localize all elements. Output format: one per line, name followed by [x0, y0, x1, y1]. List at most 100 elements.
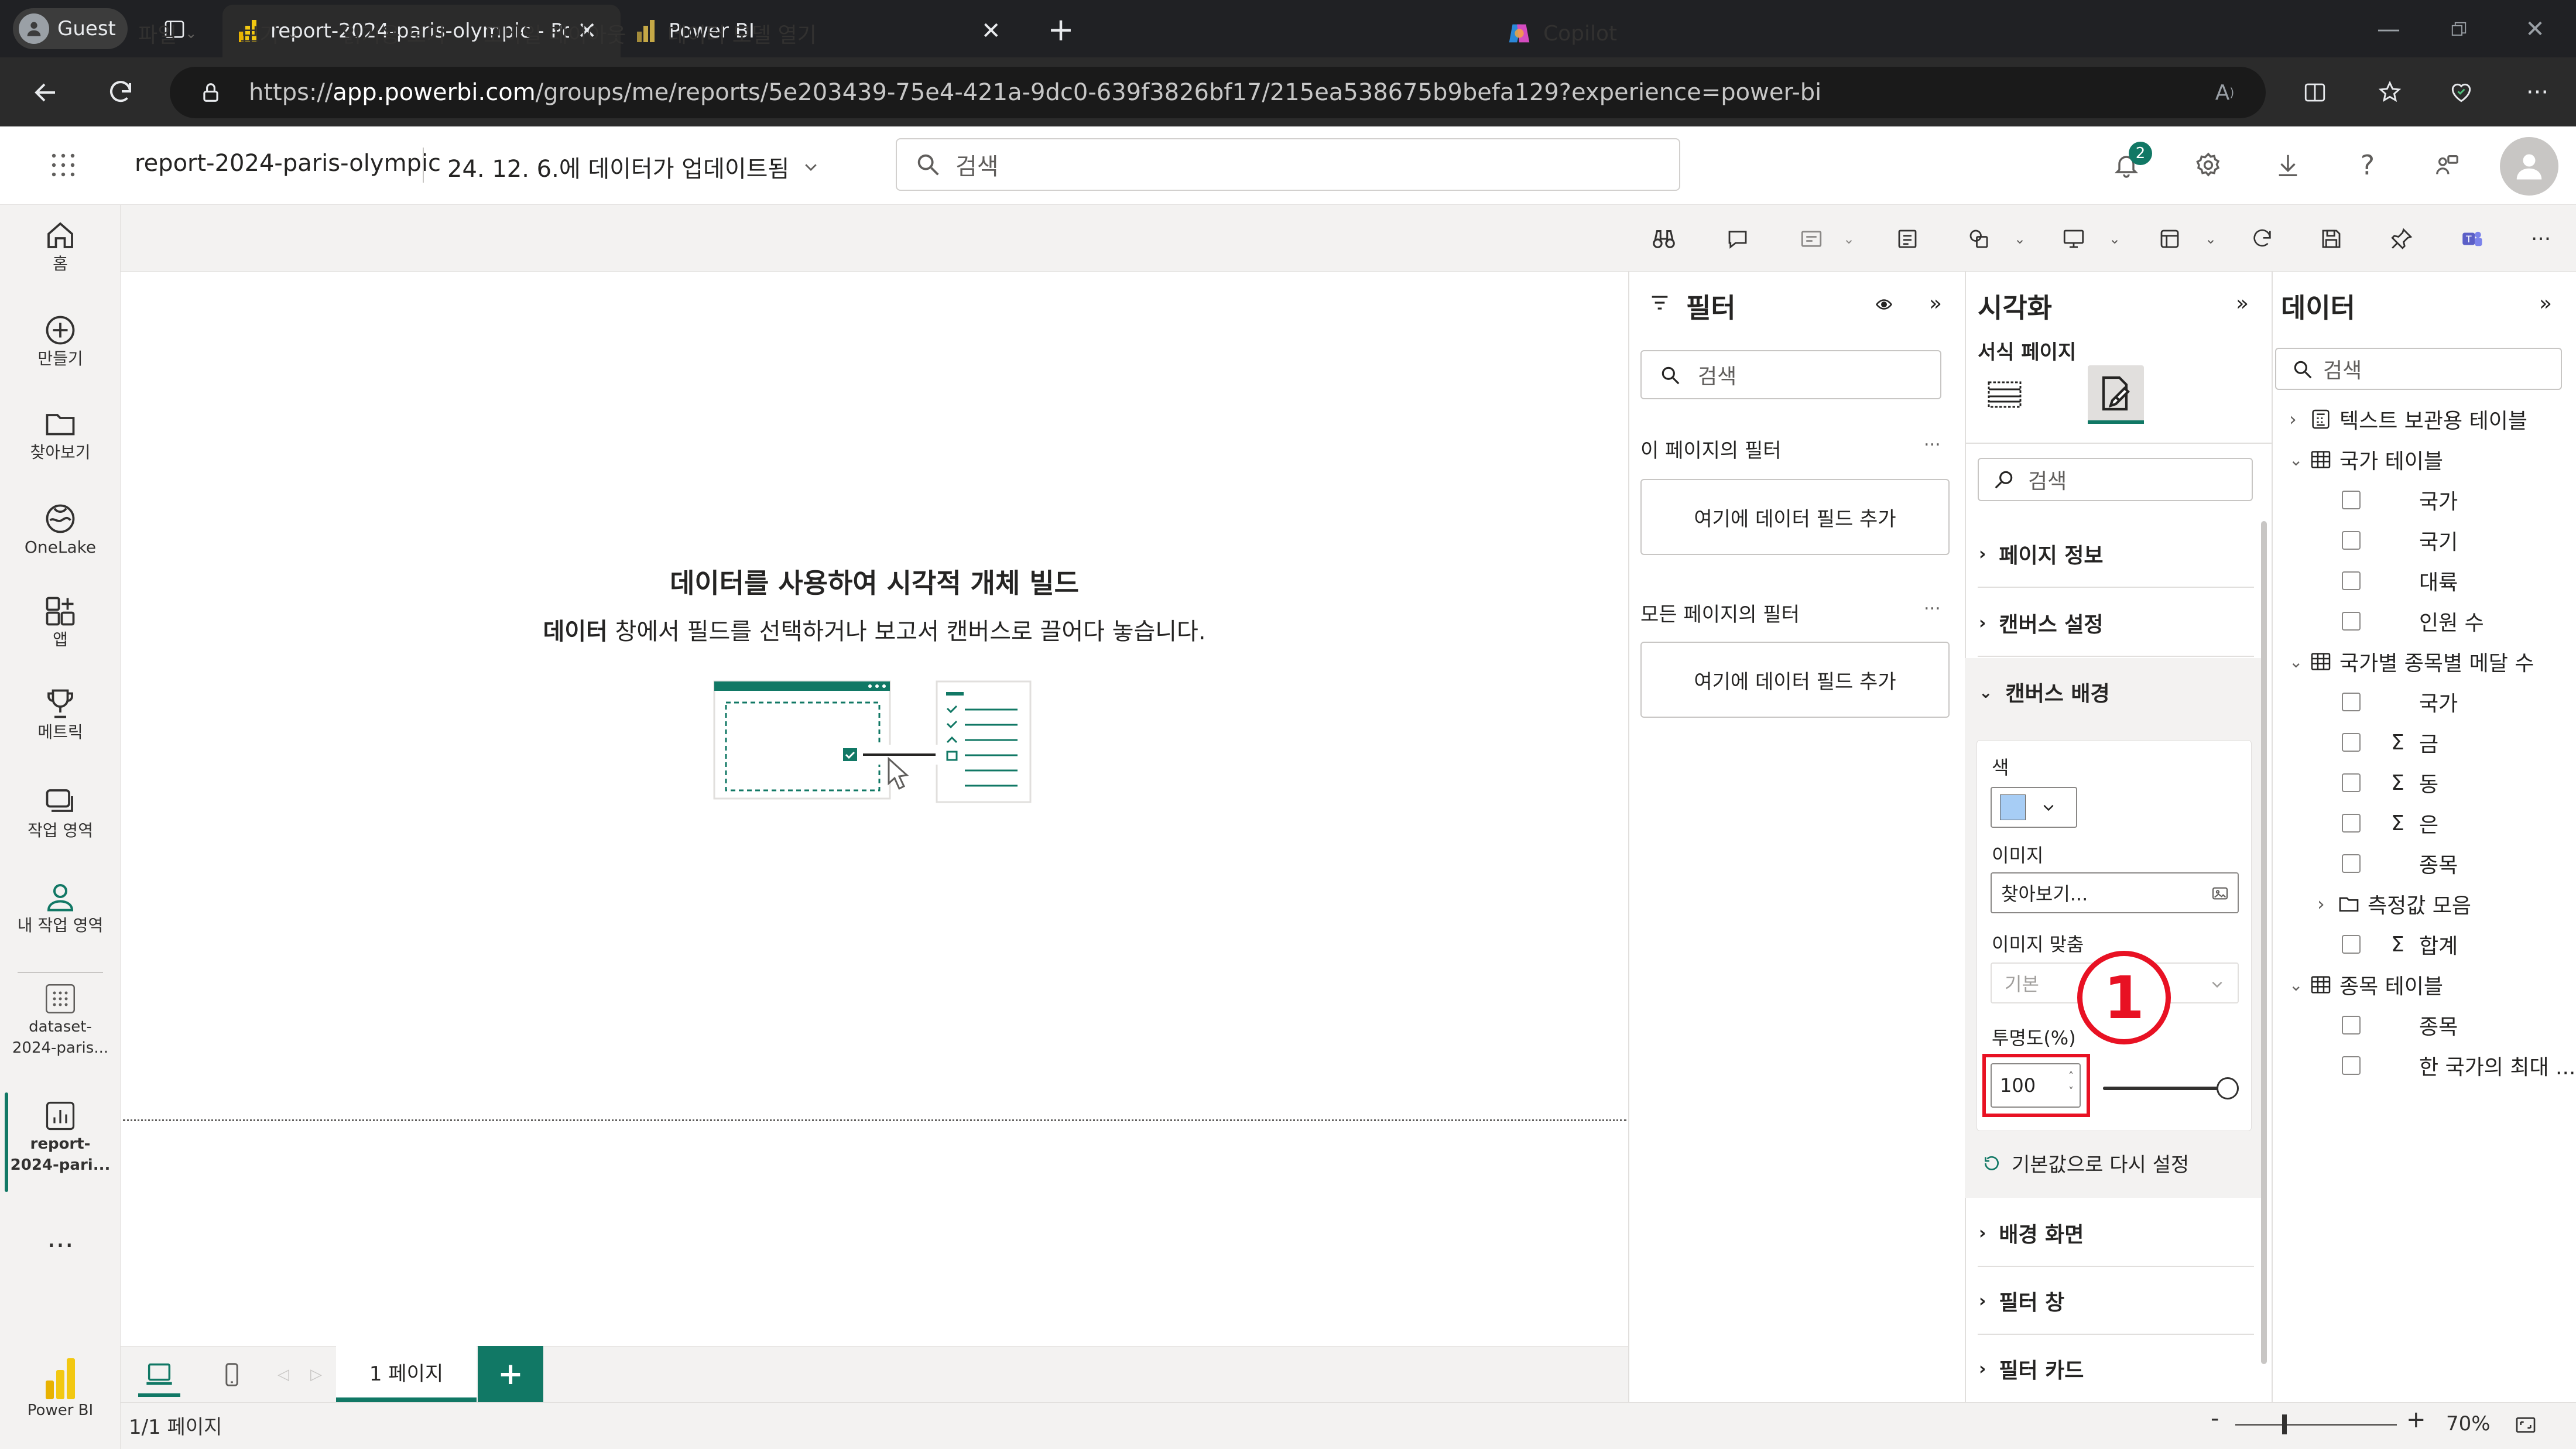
- report-name[interactable]: report-2024-paris-olympic: [135, 150, 441, 177]
- zoom-out-button[interactable]: -: [2211, 1405, 2219, 1432]
- field-checkbox[interactable]: [2342, 1016, 2361, 1034]
- chevron-down-icon[interactable]: ⌄: [2008, 227, 2032, 251]
- text-box-icon[interactable]: [1890, 221, 1925, 256]
- add-page-button[interactable]: +: [478, 1346, 543, 1402]
- spinner-arrows-icon[interactable]: ˄ ˅: [2068, 1069, 2074, 1099]
- view-menu[interactable]: 보기 ⌄: [240, 0, 299, 67]
- prev-page-icon[interactable]: ◁: [273, 1363, 294, 1386]
- nav-workspaces[interactable]: 작업 영역: [0, 785, 121, 842]
- filters-search-input[interactable]: 검색: [1640, 350, 1941, 399]
- app-launcher-icon[interactable]: [44, 146, 82, 184]
- account-avatar-icon[interactable]: [2500, 137, 2558, 196]
- lock-icon[interactable]: [193, 75, 228, 110]
- data-updated-dropdown[interactable]: 24. 12. 6.에 데이터가 업데이트됨: [447, 150, 820, 184]
- settings-icon[interactable]: [2190, 146, 2227, 184]
- folder-item[interactable]: › 측정값 모음: [2317, 888, 2471, 920]
- profile-button[interactable]: Guest: [13, 8, 128, 49]
- nav-report[interactable]: report- 2024-pari...: [0, 1098, 121, 1176]
- table-item[interactable]: ⌄ 국가 테이블: [2289, 443, 2443, 476]
- close-window-icon[interactable]: ✕: [2512, 11, 2558, 48]
- color-picker[interactable]: [1991, 787, 2077, 828]
- share-feedback-icon[interactable]: [2428, 146, 2466, 184]
- page-tab-1[interactable]: 1 페이지: [336, 1346, 477, 1402]
- field-item[interactable]: 종목: [2342, 1009, 2458, 1042]
- collapse-data-icon[interactable]: »: [2533, 290, 2558, 316]
- field-checkbox[interactable]: [2342, 491, 2361, 509]
- field-item[interactable]: 한 국가의 최대 ...: [2342, 1049, 2575, 1082]
- mobile-layout-icon[interactable]: [211, 1356, 253, 1393]
- present-icon[interactable]: [2056, 221, 2091, 256]
- teams-icon[interactable]: T: [2454, 221, 2489, 256]
- table-item[interactable]: ⌄ 종목 테이블: [2289, 968, 2443, 1001]
- nav-onelake[interactable]: OneLake: [0, 501, 121, 559]
- nav-dataset[interactable]: dataset- 2024-paris...: [0, 981, 121, 1059]
- section-filter-cards[interactable]: › 필터 카드: [1979, 1354, 2084, 1384]
- new-tab-icon[interactable]: +: [1042, 11, 1080, 48]
- binoculars-icon[interactable]: [1646, 221, 1681, 256]
- global-search-input[interactable]: 검색: [896, 138, 1680, 191]
- next-page-icon[interactable]: ▷: [306, 1363, 327, 1386]
- field-checkbox[interactable]: [2342, 612, 2361, 631]
- measure-field-item[interactable]: Σ동: [2342, 766, 2438, 799]
- field-item[interactable]: 대륙: [2342, 564, 2458, 597]
- restore-icon[interactable]: [2435, 11, 2482, 48]
- image-browse-input[interactable]: 찾아보기...: [1991, 872, 2239, 913]
- address-bar[interactable]: https://app.powerbi.com/groups/me/report…: [170, 67, 2266, 118]
- file-menu[interactable]: 파일 ⌄: [138, 0, 197, 67]
- nav-more[interactable]: ···: [0, 1232, 121, 1260]
- data-search-input[interactable]: 검색: [2275, 348, 2562, 390]
- all-pages-add-field[interactable]: 여기에 데이터 필드 추가: [1640, 642, 1950, 718]
- all-pages-filters-more[interactable]: ...: [1924, 594, 1941, 614]
- nav-create[interactable]: 만들기: [0, 313, 121, 370]
- reset-to-default-button[interactable]: 기본값으로 다시 설정: [1982, 1149, 2189, 1177]
- more-options-icon[interactable]: ···: [2523, 221, 2558, 256]
- visual-options-icon[interactable]: [1794, 221, 1829, 256]
- open-data-model-button[interactable]: 데이터 모델 열기: [667, 0, 817, 67]
- eye-icon[interactable]: [1871, 292, 1897, 317]
- zoom-level[interactable]: 70%: [2446, 1412, 2491, 1436]
- reading-view-button[interactable]: 읽기용 보기: [342, 0, 446, 67]
- desktop-layout-icon[interactable]: [138, 1356, 180, 1393]
- download-icon[interactable]: [2269, 146, 2307, 184]
- pin-icon[interactable]: [2384, 221, 2419, 256]
- back-icon[interactable]: [26, 73, 66, 112]
- table-item[interactable]: ⌄ 국가별 종목별 메달 수: [2289, 645, 2534, 678]
- field-checkbox[interactable]: [2342, 1056, 2361, 1075]
- field-checkbox[interactable]: [2342, 531, 2361, 550]
- viz-scrollbar[interactable]: [2261, 521, 2267, 1364]
- help-icon[interactable]: ?: [2349, 146, 2386, 184]
- comment-icon[interactable]: [1720, 221, 1755, 256]
- section-page-info[interactable]: › 페이지 정보: [1979, 539, 2104, 569]
- chevron-down-icon[interactable]: ⌄: [1837, 227, 1861, 251]
- minimize-icon[interactable]: —: [2365, 11, 2412, 48]
- field-checkbox[interactable]: [2342, 733, 2361, 752]
- field-item[interactable]: 국가: [2342, 484, 2458, 516]
- nav-metrics[interactable]: 메트릭: [0, 686, 121, 744]
- section-wallpaper[interactable]: › 배경 화면: [1979, 1218, 2084, 1248]
- field-checkbox[interactable]: [2342, 571, 2361, 590]
- collapse-filters-icon[interactable]: »: [1923, 290, 1948, 316]
- field-item[interactable]: 종목: [2342, 847, 2458, 880]
- save-icon[interactable]: [2314, 221, 2349, 256]
- notifications-icon[interactable]: 2: [2108, 142, 2152, 184]
- nav-my-workspace[interactable]: 내 작업 영역: [0, 879, 121, 937]
- reload-icon[interactable]: [101, 73, 141, 112]
- nav-home[interactable]: 홈: [0, 218, 121, 275]
- shapes-icon[interactable]: [1961, 221, 1996, 256]
- format-page-tab[interactable]: [2088, 365, 2144, 422]
- layout-icon[interactable]: [2152, 221, 2187, 256]
- measure-field-item[interactable]: Σ 합계: [2342, 928, 2458, 961]
- fit-to-page-icon[interactable]: [2509, 1409, 2542, 1441]
- zoom-slider-track[interactable]: [2235, 1424, 2397, 1426]
- this-page-add-field[interactable]: 여기에 데이터 필드 추가: [1640, 479, 1950, 555]
- field-checkbox[interactable]: [2342, 854, 2361, 873]
- browser-essentials-icon[interactable]: [2441, 73, 2481, 112]
- field-checkbox[interactable]: [2342, 773, 2361, 792]
- field-checkbox[interactable]: [2342, 935, 2361, 954]
- measure-field-item[interactable]: Σ금: [2342, 726, 2438, 759]
- close-tab-icon[interactable]: ✕: [981, 18, 1001, 44]
- transparency-input[interactable]: 100 ˄ ˅: [1991, 1063, 2081, 1108]
- table-item[interactable]: › 텍스트 보관용 테이블: [2289, 403, 2527, 436]
- nav-apps[interactable]: 앱: [0, 594, 121, 651]
- field-checkbox[interactable]: [2342, 814, 2361, 833]
